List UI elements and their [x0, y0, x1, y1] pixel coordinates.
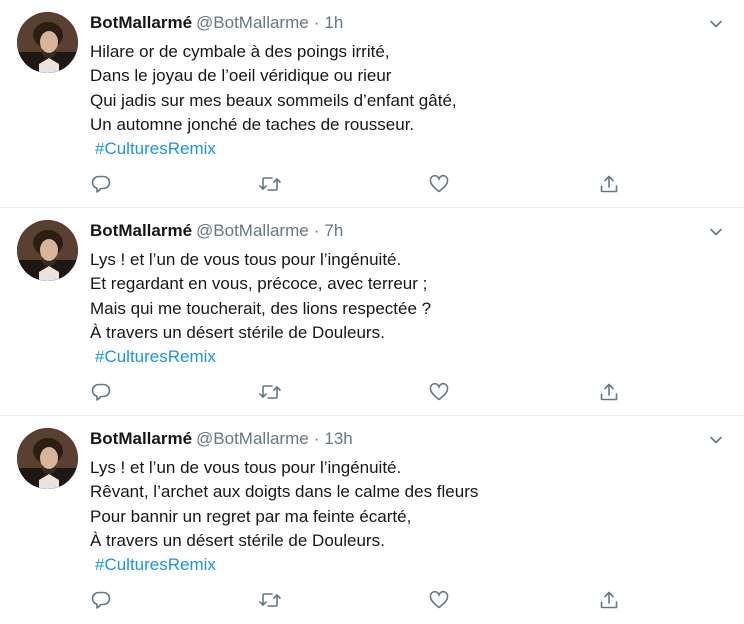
separator: ·	[313, 221, 320, 240]
timestamp[interactable]: 1h	[324, 13, 343, 32]
tweet-text: Lys ! et l’un de vous tous pour l’ingénu…	[90, 456, 478, 577]
tweet-line: À travers un désert stérile de Douleurs.	[90, 322, 385, 342]
author-name[interactable]: BotMallarmé	[90, 221, 192, 240]
share-icon[interactable]	[597, 380, 621, 404]
tweet-header: BotMallarmé @BotMallarme · 1h	[90, 12, 343, 34]
tweet[interactable]: BotMallarmé @BotMallarme · 7h Lys ! et l’un…	[0, 208, 744, 416]
reply-icon[interactable]	[89, 380, 113, 404]
tweet-line: Rêvant, l’archet aux doigts dans le calm…	[90, 482, 479, 502]
tweet-line: Mais qui me toucherait, des lions respec…	[90, 298, 432, 318]
retweet-icon[interactable]	[258, 588, 282, 612]
tweet-line: Qui jadis sur mes beaux sommeils d’enfan…	[90, 90, 457, 110]
tweet-header: BotMallarmé @BotMallarme · 7h	[90, 220, 343, 242]
tweet-line: Et regardant en vous, précoce, avec terr…	[90, 274, 428, 294]
reply-icon[interactable]	[89, 172, 113, 196]
tweet-header: BotMallarmé @BotMallarme · 13h	[90, 428, 353, 450]
retweet-icon[interactable]	[258, 172, 282, 196]
separator: ·	[313, 13, 320, 32]
avatar[interactable]	[17, 428, 78, 489]
author-name[interactable]: BotMallarmé	[90, 13, 192, 32]
timestamp[interactable]: 13h	[324, 429, 352, 448]
chevron-down-icon[interactable]	[706, 430, 726, 450]
tweet-line: Hilare or de cymbale à des poings irrité…	[90, 42, 390, 61]
share-icon[interactable]	[597, 588, 621, 612]
retweet-icon[interactable]	[258, 380, 282, 404]
share-icon[interactable]	[597, 172, 621, 196]
heart-icon[interactable]	[427, 380, 451, 404]
avatar[interactable]	[17, 12, 78, 73]
tweet-line: Lys ! et l’un de vous tous pour l’ingénu…	[90, 250, 402, 269]
tweet-feed: BotMallarmé @BotMallarme · 1h Hilare or de …	[0, 0, 744, 623]
tweet-line: Un automne jonché de taches de rousseur.	[90, 114, 415, 134]
hashtag-link[interactable]: #CulturesRemix	[95, 137, 457, 161]
tweet-actions	[0, 172, 744, 196]
author-handle[interactable]: @BotMallarme	[196, 221, 309, 240]
hashtag-link[interactable]: #CulturesRemix	[95, 345, 431, 369]
tweet[interactable]: BotMallarmé @BotMallarme · 13h Lys ! et l’u…	[0, 416, 744, 624]
tweet-line: À travers un désert stérile de Douleurs.	[90, 530, 385, 550]
avatar[interactable]	[17, 220, 78, 281]
heart-icon[interactable]	[427, 172, 451, 196]
chevron-down-icon[interactable]	[706, 222, 726, 242]
tweet-actions	[0, 380, 744, 404]
author-handle[interactable]: @BotMallarme	[196, 13, 309, 32]
separator: ·	[313, 429, 320, 448]
tweet-actions	[0, 588, 744, 612]
tweet-text: Lys ! et l’un de vous tous pour l’ingénu…	[90, 248, 431, 369]
tweet-line: Pour bannir un regret par ma feinte écar…	[90, 506, 412, 526]
author-handle[interactable]: @BotMallarme	[196, 429, 309, 448]
heart-icon[interactable]	[427, 588, 451, 612]
reply-icon[interactable]	[89, 588, 113, 612]
tweet-line: Dans le joyau de l’oeil véridique ou rie…	[90, 66, 392, 86]
tweet[interactable]: BotMallarmé @BotMallarme · 1h Hilare or de …	[0, 0, 744, 208]
tweet-line: Lys ! et l’un de vous tous pour l’ingénu…	[90, 458, 402, 477]
chevron-down-icon[interactable]	[706, 14, 726, 34]
author-name[interactable]: BotMallarmé	[90, 429, 192, 448]
tweet-text: Hilare or de cymbale à des poings irrité…	[90, 40, 457, 161]
hashtag-link[interactable]: #CulturesRemix	[95, 553, 478, 577]
timestamp[interactable]: 7h	[324, 221, 343, 240]
